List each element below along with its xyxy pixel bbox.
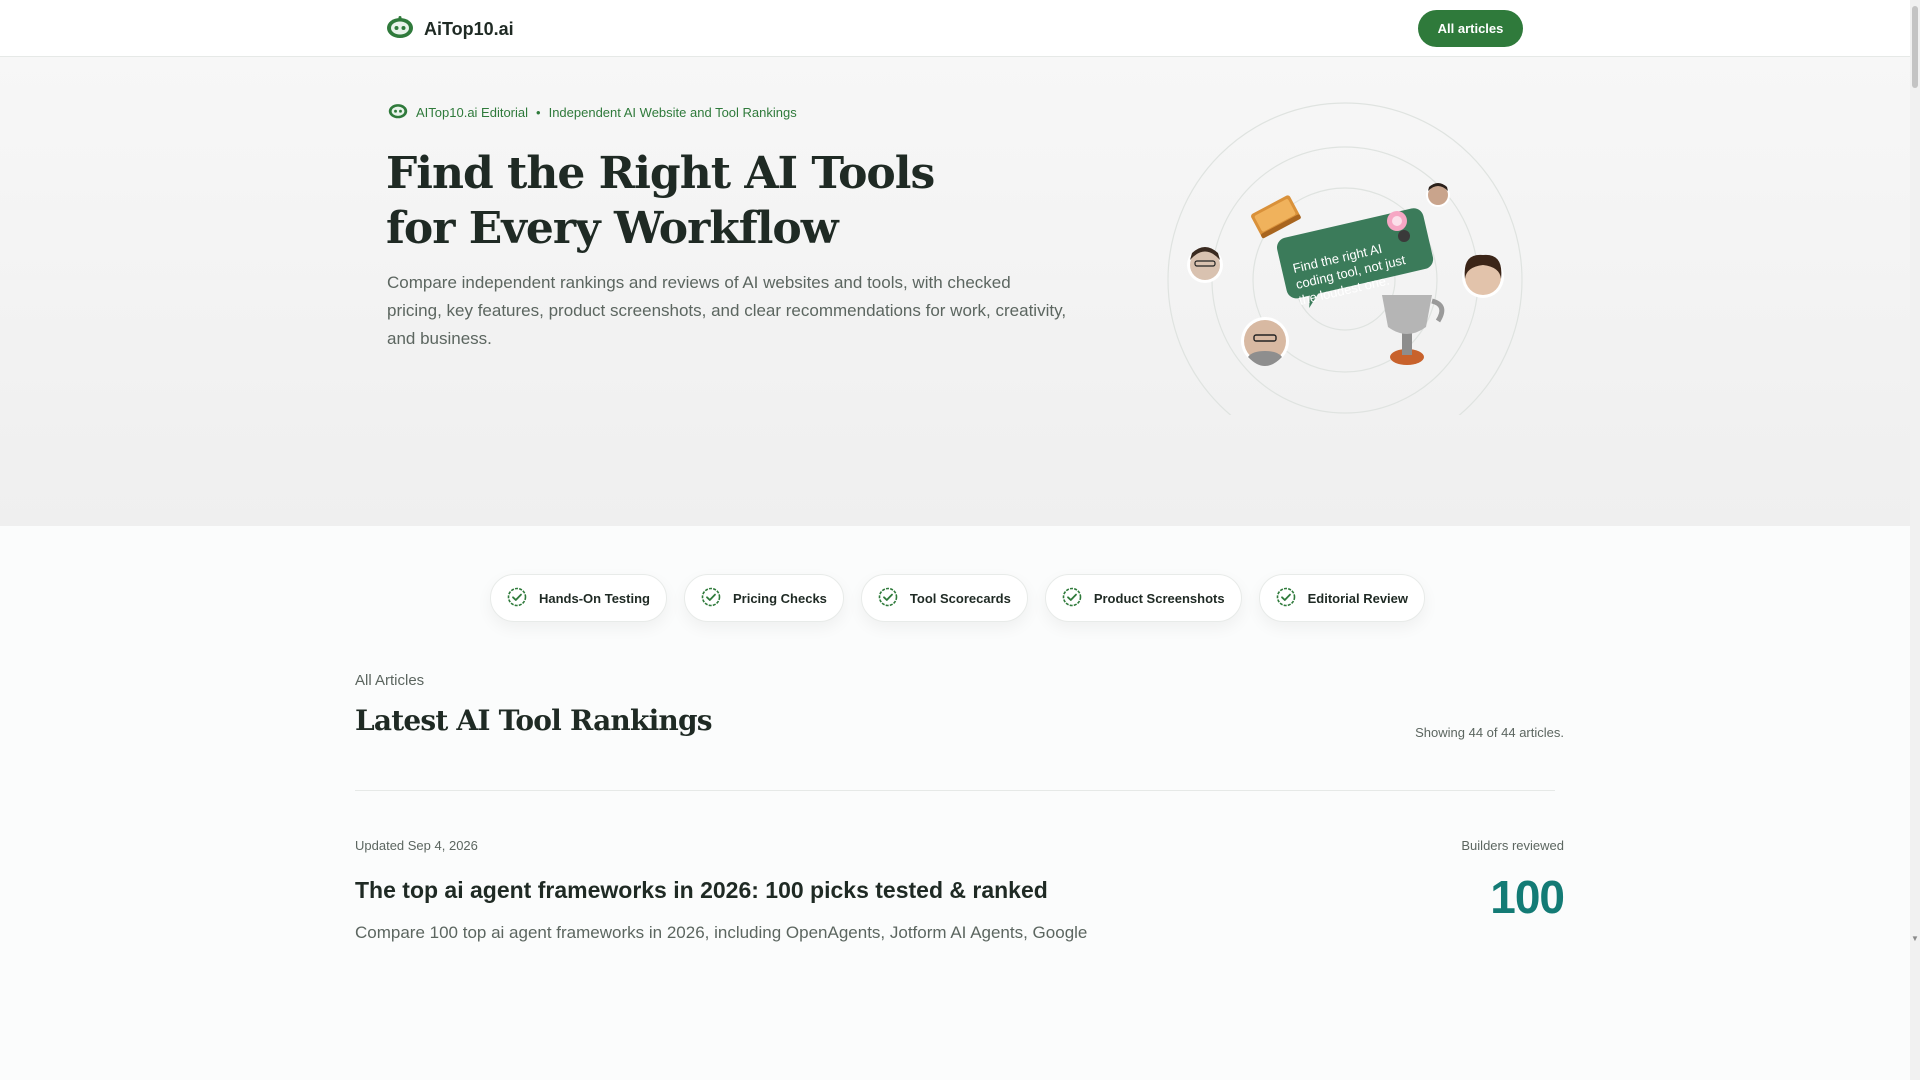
chip-label: Hands-On Testing: [539, 590, 650, 606]
eyebrow-tagline: Independent AI Website and Tool Rankings: [548, 104, 797, 120]
check-badge-icon: [1276, 587, 1296, 610]
top-navigation: AiTop10.ai All articles: [0, 0, 1910, 57]
hero-illustration: Find the right AI coding tool, not just …: [1160, 95, 1530, 458]
article-description: Compare 100 top ai agent frameworks in 2…: [355, 923, 1088, 942]
chip-product-screenshots: Product Screenshots: [1044, 574, 1242, 622]
article-builders-count: 100: [1490, 871, 1565, 923]
feature-chips: Hands-On Testing Pricing Checks Tool Sco…: [490, 574, 1426, 622]
chip-editorial-review: Editorial Review: [1258, 574, 1426, 622]
check-badge-icon: [507, 587, 527, 610]
book-icon: [1251, 195, 1301, 239]
reviewer-avatar-4: [1241, 317, 1289, 366]
article-date: Updated Sep 4, 2026: [355, 838, 478, 853]
hero-eyebrow: AITop10.ai Editorial • Independent AI We…: [388, 102, 797, 122]
chip-label: Pricing Checks: [732, 590, 827, 606]
reviewer-avatar-2: [1426, 183, 1450, 207]
robot-logo-icon: [388, 102, 408, 122]
eyebrow-author: AITop10.ai Editorial: [416, 104, 529, 120]
hero-subtitle: Compare independent rankings and reviews…: [387, 273, 1067, 348]
page-scrollbar[interactable]: ▼: [1910, 0, 1920, 1080]
reviewer-avatar-1: [1187, 247, 1223, 283]
article-meta-label: Builders reviewed: [1461, 838, 1564, 853]
scroll-down-arrow-icon[interactable]: ▼: [1911, 934, 1919, 943]
article-title-link[interactable]: The top ai agent frameworks in 2026: 100…: [355, 877, 1048, 904]
results-count: Showing 44 of 44 articles.: [1415, 725, 1564, 740]
hero-title-line-2: for Every Workflow: [386, 203, 839, 254]
section-divider: [355, 790, 1555, 791]
check-badge-icon: [878, 587, 898, 610]
robot-logo-icon: [386, 15, 414, 44]
hero-title-line-1: Find the Right AI Tools: [386, 148, 935, 199]
check-badge-icon: [1062, 587, 1082, 610]
hero-title: Find the Right AI Tools for Every Workfl…: [386, 146, 946, 256]
chip-label: Product Screenshots: [1093, 590, 1225, 606]
reviewer-avatar-3: [1462, 254, 1504, 298]
check-badge-icon: [701, 587, 721, 610]
chip-hands-on-testing: Hands-On Testing: [490, 574, 667, 622]
section-label: All Articles: [355, 672, 425, 689]
chip-tool-scorecards: Tool Scorecards: [860, 574, 1028, 622]
chip-label: Editorial Review: [1307, 590, 1409, 606]
scrollbar-thumb[interactable]: [1912, 6, 1918, 88]
all-articles-button[interactable]: All articles: [1418, 10, 1523, 47]
section-title: Latest AI Tool Rankings: [355, 704, 713, 737]
chip-pricing-checks: Pricing Checks: [683, 574, 844, 622]
chip-label: Tool Scorecards: [909, 590, 1011, 606]
brand-logo-link[interactable]: AiTop10.ai: [386, 15, 514, 44]
eyebrow-separator: •: [536, 104, 541, 120]
brand-name: AiTop10.ai: [424, 19, 514, 39]
